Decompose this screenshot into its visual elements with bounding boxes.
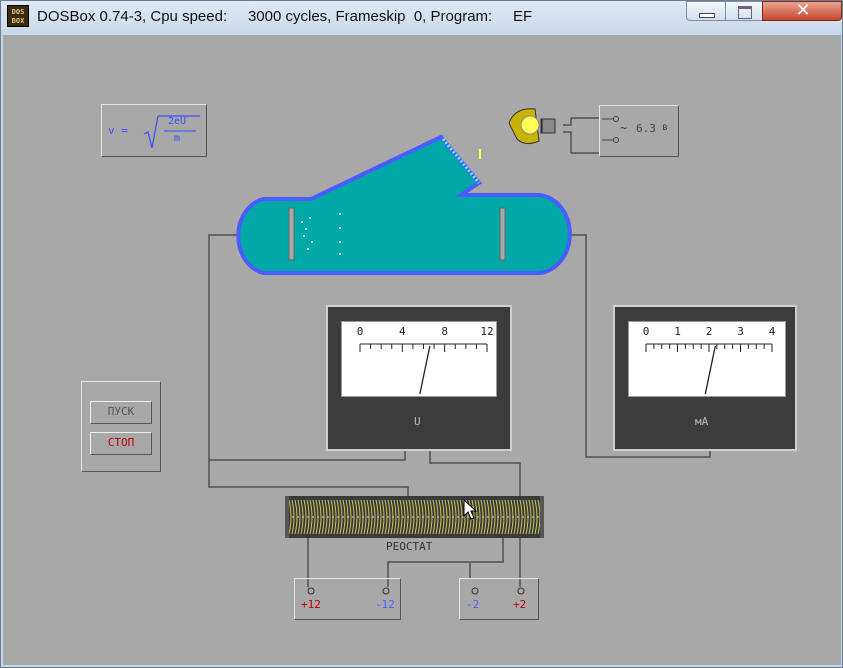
minimize-button[interactable] bbox=[686, 1, 726, 21]
voltmeter-unit: U bbox=[414, 415, 421, 428]
voltmeter-dial: 0 4 8 12 bbox=[341, 321, 497, 397]
window-title: DOSBox 0.74-3, Cpu speed: 3000 cycles, F… bbox=[37, 8, 533, 25]
rheostat-coil bbox=[285, 496, 544, 538]
meter-needle bbox=[704, 345, 716, 395]
terminal-label: +2 bbox=[513, 598, 527, 611]
mouse-pointer-icon bbox=[463, 499, 478, 520]
terminal-block-12v: +12 -12 bbox=[294, 578, 401, 620]
ammeter-scale: 0 1 2 3 4 bbox=[643, 325, 776, 395]
terminal-block-2v: -2 +2 bbox=[459, 578, 539, 620]
control-panel: ПУСК СТОП bbox=[81, 381, 161, 472]
formula-lhs: v = bbox=[108, 124, 128, 137]
tick-label: 0 bbox=[643, 325, 650, 338]
app-icon-text: DOS BOX bbox=[11, 8, 25, 25]
ammeter: 0 1 2 3 4 мА bbox=[613, 305, 797, 451]
tick-label: 0 bbox=[357, 325, 364, 338]
maximize-icon bbox=[738, 6, 752, 19]
tick-label: 8 bbox=[441, 325, 448, 338]
close-button[interactable]: ✕ bbox=[762, 0, 842, 21]
switch-contacts bbox=[602, 116, 619, 143]
heater-supply-panel: ~ 6.3 в bbox=[599, 105, 679, 157]
meter-needle bbox=[419, 345, 431, 395]
dos-screen[interactable]: v = 2eU m ~ 6.3 в 0 4 8 12 U 0 1 2 3 4 м… bbox=[3, 35, 841, 665]
formula-numerator: 2eU bbox=[168, 116, 187, 127]
tick-label: 12 bbox=[480, 325, 493, 338]
terminal-label: -2 bbox=[466, 598, 480, 611]
heater-unit: в bbox=[662, 122, 669, 133]
tick-label: 3 bbox=[737, 325, 744, 338]
tick-label: 1 bbox=[674, 325, 681, 338]
close-icon: ✕ bbox=[795, 0, 811, 21]
rheostat[interactable] bbox=[285, 496, 544, 538]
terminal-plus-12[interactable]: +12 bbox=[300, 579, 330, 619]
terminal-plus-2[interactable]: +2 bbox=[510, 579, 538, 619]
ammeter-dial: 0 1 2 3 4 bbox=[628, 321, 786, 397]
tick-label: 4 bbox=[399, 325, 406, 338]
terminal-label: +12 bbox=[301, 598, 321, 611]
tick-label: 4 bbox=[769, 325, 776, 338]
terminal-minus-2[interactable]: -2 bbox=[463, 579, 491, 619]
rheostat-end-cap bbox=[540, 496, 544, 538]
tick-label: 2 bbox=[706, 325, 713, 338]
terminal-label: -12 bbox=[375, 598, 395, 611]
dosbox-window: DOS BOX DOSBox 0.74-3, Cpu speed: 3000 c… bbox=[0, 0, 843, 668]
voltmeter: 0 4 8 12 U bbox=[326, 305, 512, 451]
minimize-icon bbox=[699, 13, 715, 18]
start-button[interactable]: ПУСК bbox=[90, 401, 152, 424]
terminal-minus-12[interactable]: -12 bbox=[373, 579, 401, 619]
ac-tilde: ~ bbox=[620, 121, 628, 135]
stop-button[interactable]: СТОП bbox=[90, 432, 152, 455]
vacuum-tube bbox=[236, 134, 572, 275]
voltmeter-scale: 0 4 8 12 bbox=[357, 325, 494, 395]
ammeter-unit: мА bbox=[695, 415, 709, 428]
velocity-formula-panel: v = 2eU m bbox=[101, 104, 207, 157]
dosbox-icon[interactable]: DOS BOX bbox=[7, 5, 29, 27]
rheostat-label: РЕОСТАТ bbox=[386, 540, 433, 553]
title-bar[interactable]: DOS BOX DOSBox 0.74-3, Cpu speed: 3000 c… bbox=[1, 0, 842, 35]
heater-voltage: 6.3 bbox=[636, 122, 656, 135]
formula-denominator: m bbox=[174, 133, 181, 144]
maximize-button[interactable] bbox=[725, 1, 763, 21]
rheostat-end-cap bbox=[285, 496, 289, 538]
